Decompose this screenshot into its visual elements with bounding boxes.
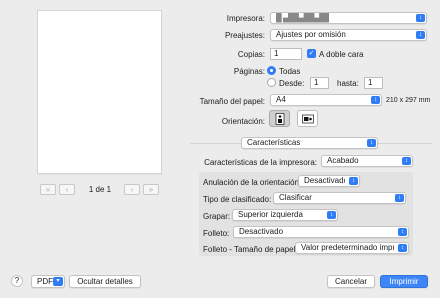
printer-features-label: Características de la impresora: [204,158,317,167]
sorting-type-popup[interactable]: Clasificar ↕ [273,192,406,204]
portrait-button[interactable] [269,110,290,127]
landscape-orientation-icon [302,114,314,124]
next-page-button[interactable]: › [124,184,140,195]
printer-value: █ ▄██▄██▄██ [276,13,330,22]
two-sided-label: A doble cara [319,50,364,59]
copies-field[interactable]: 1 [270,48,302,60]
paper-size-popup[interactable]: A4 ↕ [270,94,382,106]
printer-label: Impresora: [226,14,265,23]
landscape-button[interactable] [297,110,318,127]
two-sided-checkbox[interactable]: ✓ [307,49,316,58]
section-popup[interactable]: Características ↕ [241,137,378,149]
pages-label: Páginas: [233,67,265,76]
presets-label: Preajustes: [224,31,265,40]
popup-arrows-icon: ↕ [398,228,407,236]
copies-label: Copias: [237,50,265,59]
booklet-paper-size-value: Valor predeterminado impr... [301,243,394,252]
paper-dimensions: 210 x 297 mm [386,97,431,104]
popup-arrows-icon: ↕ [416,14,425,22]
popup-arrows-icon: ↕ [349,177,358,185]
orientation-override-value: Desactivado [304,176,345,185]
staple-label: Grapar: [203,212,231,221]
popup-arrows-icon: ↕ [327,211,336,219]
popup-arrows-icon: ↕ [402,157,411,165]
printer-features-value: Acabado [327,156,359,165]
pages-range-radio[interactable] [267,78,276,87]
booklet-popup[interactable]: Desactivado ↕ [233,226,409,238]
sorting-type-label: Tipo de clasificado: [203,195,272,204]
pdf-menu-button[interactable]: PDF ▾ [31,275,65,288]
paper-size-label: Tamaño del papel: [199,97,265,106]
booklet-value: Desactivado [239,227,284,236]
last-page-button[interactable]: » [143,184,159,195]
pages-from-field[interactable]: 1 [310,77,329,89]
page-preview [38,11,161,173]
presets-popup[interactable]: Ajustes por omisión ↕ [270,29,427,41]
staple-value: Superior izquierda [238,210,303,219]
orientation-override-label: Anulación de la orientación: [203,178,302,187]
booklet-label: Folleto: [203,229,230,238]
pdf-label: PDF [37,277,53,286]
popup-arrows-icon: ↕ [367,139,376,147]
hide-details-button[interactable]: Ocultar detalles [69,275,141,288]
portrait-orientation-icon [275,113,285,125]
orientation-override-popup[interactable]: Desactivado ↕ [298,175,360,187]
printer-features-popup[interactable]: Acabado ↕ [321,155,413,167]
presets-value: Ajustes por omisión [276,30,346,39]
popup-arrows-icon: ↕ [416,31,425,39]
staple-popup[interactable]: Superior izquierda ↕ [232,209,338,221]
pages-to-label: hasta: [337,79,359,88]
help-button[interactable]: ? [11,275,23,287]
section-value: Características [247,138,301,147]
chevron-down-icon: ▾ [53,277,63,286]
first-page-button[interactable]: « [40,184,56,195]
pages-all-label: Todas [279,67,301,76]
print-button[interactable]: Imprimir [380,275,428,288]
booklet-paper-size-popup[interactable]: Valor predeterminado impr... ↕ [295,242,409,254]
popup-arrows-icon: ↕ [398,244,407,252]
cancel-button[interactable]: Cancelar [327,275,375,288]
previous-page-button[interactable]: ‹ [59,184,75,195]
paper-size-value: A4 [276,95,286,104]
orientation-label: Orientación: [221,117,265,126]
popup-arrows-icon: ↕ [395,194,404,202]
page-indicator: 1 de 1 [88,185,112,194]
pages-to-field[interactable]: 1 [364,77,383,89]
pages-all-radio[interactable] [267,66,276,75]
booklet-paper-size-label: Folleto - Tamaño de papel: [203,245,298,254]
printer-popup[interactable]: █ ▄██▄██▄██ ↕ [270,12,427,24]
sorting-type-value: Clasificar [279,193,312,202]
checkmark-icon: ✓ [308,50,315,57]
popup-arrows-icon: ↕ [371,96,380,104]
pages-from-label: Desde: [279,79,305,88]
